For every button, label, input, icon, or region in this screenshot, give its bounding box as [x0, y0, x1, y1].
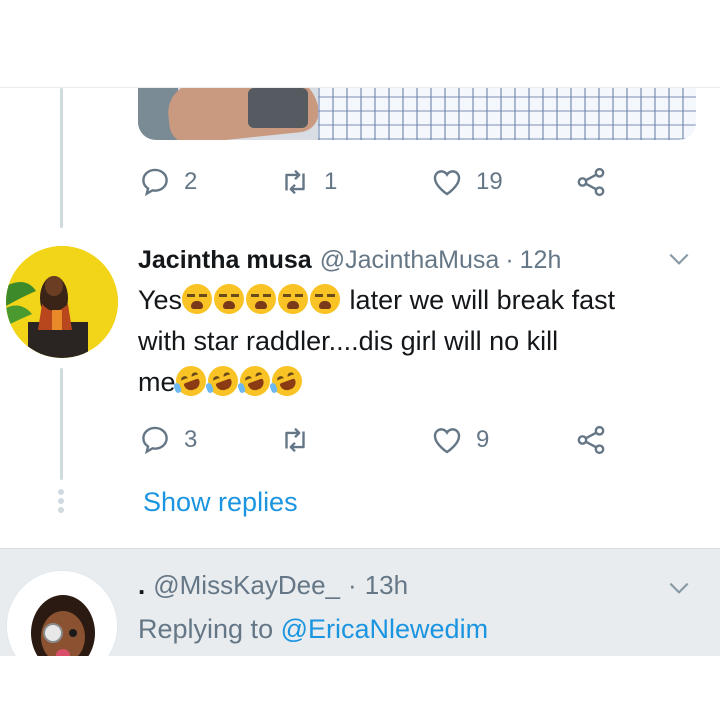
tweet-header: Jacintha musa @JacinthaMusa · 12h — [138, 240, 698, 280]
thread-dots — [58, 489, 66, 519]
like-button[interactable]: 9 — [430, 420, 489, 460]
media-shirt — [318, 88, 696, 140]
timestamp[interactable]: 13h — [365, 570, 408, 601]
share-icon — [577, 425, 605, 455]
show-replies-link[interactable]: Show replies — [143, 487, 298, 518]
tweet-text-segment: Yes — [138, 285, 183, 315]
bottom-blank-area — [0, 656, 720, 720]
share-button[interactable] — [574, 162, 608, 202]
retweet-icon — [285, 169, 305, 195]
rolling-laughing-emoji — [267, 361, 306, 401]
tweet-text-segment: later we will break fast — [342, 285, 616, 315]
retweet-button[interactable]: 1 — [278, 162, 337, 202]
reply-count: 3 — [184, 426, 198, 453]
separator: · — [348, 570, 357, 600]
rolling-laughing-emoji — [171, 361, 210, 401]
avatar[interactable] — [6, 246, 118, 358]
reply-button[interactable]: 2 — [138, 162, 197, 202]
tweet-media-image[interactable] — [138, 88, 696, 140]
thread-line — [60, 88, 63, 228]
rolling-laughing-emoji — [203, 361, 242, 401]
reply-count: 2 — [184, 168, 198, 195]
loudly-crying-emoji — [246, 284, 277, 314]
retweet-button[interactable] — [278, 420, 324, 460]
replying-to: Replying to @EricaNlewedim — [138, 614, 488, 645]
tweet-header: . @MissKayDee_ · 13h — [138, 570, 408, 601]
tweet-text-segment: me — [138, 367, 176, 397]
thread-line — [60, 368, 63, 480]
like-button[interactable]: 19 — [430, 162, 503, 202]
loudly-crying-emoji — [310, 284, 341, 314]
tweet-text-line: Yes later we will break fast — [138, 280, 708, 321]
reply-button[interactable]: 3 — [138, 420, 197, 460]
loudly-crying-emoji — [278, 284, 309, 314]
display-name[interactable]: . — [138, 570, 145, 601]
tweet-actions: 3 9 — [138, 420, 618, 460]
user-handle[interactable]: @MissKayDee_ — [153, 570, 340, 601]
rolling-laughing-emoji — [235, 361, 274, 401]
retweet-icon — [285, 427, 305, 453]
avatar-image — [6, 246, 118, 358]
chevron-down-icon[interactable] — [666, 575, 692, 601]
loudly-crying-emoji — [214, 284, 245, 314]
like-count: 19 — [476, 168, 503, 195]
replying-to-label: Replying to — [138, 614, 274, 644]
tweet-text-line: with star raddler....dis girl will no ki… — [138, 326, 559, 356]
top-blank-area — [0, 0, 720, 88]
retweet-count: 1 — [324, 168, 338, 195]
tweet-actions: 2 1 19 — [138, 162, 618, 202]
like-icon — [433, 428, 461, 454]
media-phone — [248, 88, 308, 128]
display-name[interactable]: Jacintha musa — [138, 246, 312, 275]
loudly-crying-emoji — [182, 284, 213, 314]
share-button[interactable] — [574, 420, 608, 460]
tweet-text: Yes later we will break fast with star r… — [138, 280, 708, 403]
user-handle[interactable]: @JacinthaMusa — [320, 246, 500, 275]
timestamp[interactable]: 12h — [520, 246, 562, 275]
separator: · — [505, 245, 514, 274]
tweet-text-line: me — [138, 361, 708, 403]
mention-link[interactable]: @EricaNlewedim — [281, 614, 488, 644]
reply-icon — [142, 426, 168, 455]
chevron-down-icon[interactable] — [666, 246, 692, 272]
like-count: 9 — [476, 426, 490, 453]
reply-icon — [142, 168, 168, 197]
like-icon — [433, 170, 461, 196]
share-icon — [577, 167, 605, 197]
